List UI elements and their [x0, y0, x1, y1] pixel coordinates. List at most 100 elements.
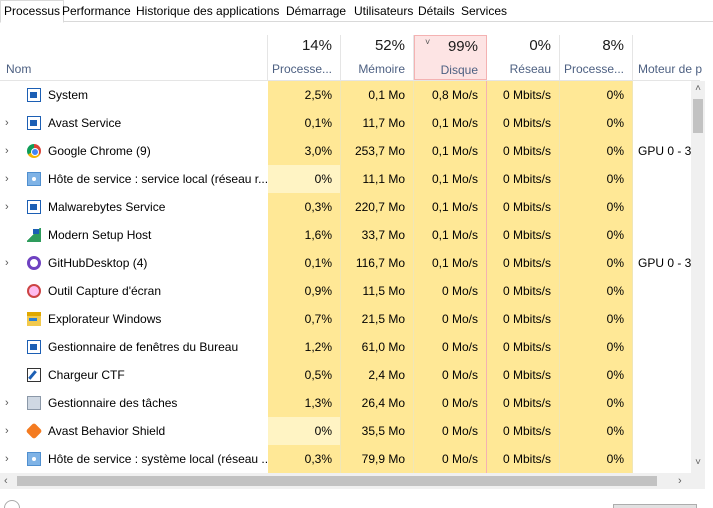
tab-demarrage[interactable]: Démarrage	[284, 1, 348, 22]
disk-cell: 0 Mo/s	[414, 445, 487, 473]
gpu-cell: 0%	[560, 445, 633, 473]
memory-total-percent: 52%	[374, 37, 405, 54]
gpu-cell: 0%	[560, 137, 633, 165]
table-row[interactable]: › GitHubDesktop (4) 0,1% 116,7 Mo 0,1 Mo/s 0 …	[0, 249, 691, 277]
gpu-cell: 0%	[560, 361, 633, 389]
expand-chevron-icon[interactable]: ›	[5, 389, 15, 417]
expand-chevron-icon[interactable]: ›	[5, 193, 15, 221]
tab-processus[interactable]: Processus	[0, 0, 65, 23]
process-name: Gestionnaire des tâches	[48, 396, 178, 410]
expand-chevron-icon[interactable]: ›	[5, 249, 15, 277]
process-name: Hôte de service : service local (réseau …	[48, 172, 269, 186]
table-row[interactable]: › Hôte de service : service local (réseau…	[0, 165, 691, 193]
network-cell: 0 Mbits/s	[487, 137, 560, 165]
disk-cell: 0 Mo/s	[414, 417, 487, 445]
gpu-cell: 0%	[560, 165, 633, 193]
disk-cell: 0 Mo/s	[414, 305, 487, 333]
network-cell: 0 Mbits/s	[487, 81, 560, 109]
table-row[interactable]: › Google Chrome (9) 3,0% 253,7 Mo 0,1 Mo/s 0 …	[0, 137, 691, 165]
process-name: Outil Capture d'écran	[48, 284, 162, 298]
expand-chevron-icon[interactable]: ›	[5, 109, 15, 137]
scroll-up-arrow-icon[interactable]: ˄	[691, 83, 705, 94]
network-cell: 0 Mbits/s	[487, 445, 560, 473]
chrome-icon	[27, 144, 41, 158]
process-name-cell: Modern Setup Host	[0, 221, 268, 249]
sort-chevron-icon: ˅	[425, 37, 431, 47]
table-row[interactable]: System 2,5% 0,1 Mo 0,8 Mo/s 0 Mbits/s 0%	[0, 81, 691, 109]
memory-cell: 33,7 Mo	[341, 221, 414, 249]
horizontal-scroll-thumb[interactable]	[17, 476, 657, 486]
gpu-engine-cell	[633, 277, 691, 305]
table-row[interactable]: Modern Setup Host 1,6% 33,7 Mo 0,1 Mo/s 0 Mb…	[0, 221, 691, 249]
disk-cell: 0,8 Mo/s	[414, 81, 487, 109]
expand-chevron-icon[interactable]: ›	[5, 417, 15, 445]
scroll-right-arrow-icon[interactable]: ›	[678, 473, 682, 489]
memory-cell: 220,7 Mo	[341, 193, 414, 221]
memory-cell: 61,0 Mo	[341, 333, 414, 361]
network-cell: 0 Mbits/s	[487, 305, 560, 333]
network-cell: 0 Mbits/s	[487, 417, 560, 445]
column-header-cpu[interactable]: 14% Processe...	[268, 35, 341, 80]
column-header-gpu[interactable]: 8% Processe...	[560, 35, 633, 80]
vertical-scrollbar[interactable]: ˄ ˅	[691, 81, 705, 473]
disk-cell: 0,1 Mo/s	[414, 165, 487, 193]
table-row[interactable]: › Avast Behavior Shield 0% 35,5 Mo 0 Mo/s 0 M…	[0, 417, 691, 445]
disk-cell: 0,1 Mo/s	[414, 221, 487, 249]
memory-cell: 116,7 Mo	[341, 249, 414, 277]
table-row[interactable]: › Malwarebytes Service 0,3% 220,7 Mo 0,1 Mo/…	[0, 193, 691, 221]
process-list[interactable]: System 2,5% 0,1 Mo 0,8 Mo/s 0 Mbits/s 0% › Avas…	[0, 81, 691, 473]
column-label-memory: Mémoire	[358, 62, 405, 76]
disk-cell: 0 Mo/s	[414, 277, 487, 305]
less-details-icon[interactable]	[4, 500, 20, 508]
network-cell: 0 Mbits/s	[487, 361, 560, 389]
memory-cell: 253,7 Mo	[341, 137, 414, 165]
tab-services[interactable]: Services	[459, 1, 509, 22]
disk-cell: 0 Mo/s	[414, 333, 487, 361]
column-header-name[interactable]: Nom	[0, 35, 268, 80]
column-label-gpu-engine: Moteur de p	[638, 62, 703, 76]
service-host-icon	[27, 452, 41, 466]
column-header-disk[interactable]: ˅ 99% Disque	[414, 35, 487, 80]
process-name: Chargeur CTF	[48, 368, 125, 382]
column-header-network[interactable]: 0% Réseau	[487, 35, 560, 80]
expand-chevron-icon[interactable]: ›	[5, 445, 15, 473]
expand-chevron-icon[interactable]: ›	[5, 137, 15, 165]
vertical-scroll-thumb[interactable]	[693, 99, 703, 133]
cpu-cell: 0,5%	[268, 361, 341, 389]
ctf-loader-icon	[27, 368, 41, 382]
table-row[interactable]: › Hôte de service : système local (réseau…	[0, 445, 691, 473]
tab-details[interactable]: Détails	[416, 1, 457, 22]
table-row[interactable]: Explorateur Windows 0,7% 21,5 Mo 0 Mo/s 0 Mb…	[0, 305, 691, 333]
column-header-gpu-engine[interactable]: Moteur de p	[633, 35, 705, 80]
cpu-cell: 0,3%	[268, 445, 341, 473]
table-row[interactable]: › Gestionnaire des tâches 1,3% 26,4 Mo 0 Mo/…	[0, 389, 691, 417]
service-host-icon	[27, 172, 41, 186]
table-row[interactable]: Outil Capture d'écran 0,9% 11,5 Mo 0 Mo/s 0 …	[0, 277, 691, 305]
expand-chevron-icon[interactable]: ›	[5, 165, 15, 193]
column-header-memory[interactable]: 52% Mémoire	[341, 35, 414, 80]
gpu-engine-cell	[633, 445, 691, 473]
memory-cell: 35,5 Mo	[341, 417, 414, 445]
table-row[interactable]: Chargeur CTF 0,5% 2,4 Mo 0 Mo/s 0 Mbits/s 0%	[0, 361, 691, 389]
memory-cell: 2,4 Mo	[341, 361, 414, 389]
scroll-down-arrow-icon[interactable]: ˅	[691, 457, 705, 468]
process-name-cell: Explorateur Windows	[0, 305, 268, 333]
scroll-left-arrow-icon[interactable]: ‹	[4, 473, 8, 489]
horizontal-scrollbar[interactable]: ‹ ›	[0, 473, 691, 489]
gpu-cell: 0%	[560, 81, 633, 109]
process-name: Avast Behavior Shield	[48, 424, 166, 438]
process-name: GitHubDesktop (4)	[48, 256, 148, 270]
end-task-button[interactable]	[613, 504, 697, 508]
column-label-name: Nom	[6, 62, 32, 76]
gpu-engine-cell	[633, 109, 691, 137]
table-row[interactable]: Gestionnaire de fenêtres du Bureau 1,2% 61…	[0, 333, 691, 361]
memory-cell: 11,1 Mo	[341, 165, 414, 193]
tab-utilisateurs[interactable]: Utilisateurs	[352, 1, 415, 22]
column-label-cpu: Processe...	[271, 62, 332, 76]
tab-historique[interactable]: Historique des applications	[134, 1, 281, 22]
tab-performance[interactable]: Performance	[60, 1, 133, 22]
gpu-engine-cell	[633, 305, 691, 333]
cpu-cell: 0,1%	[268, 249, 341, 277]
process-name: Gestionnaire de fenêtres du Bureau	[48, 340, 239, 354]
table-row[interactable]: › Avast Service 0,1% 11,7 Mo 0,1 Mo/s 0 Mbits…	[0, 109, 691, 137]
